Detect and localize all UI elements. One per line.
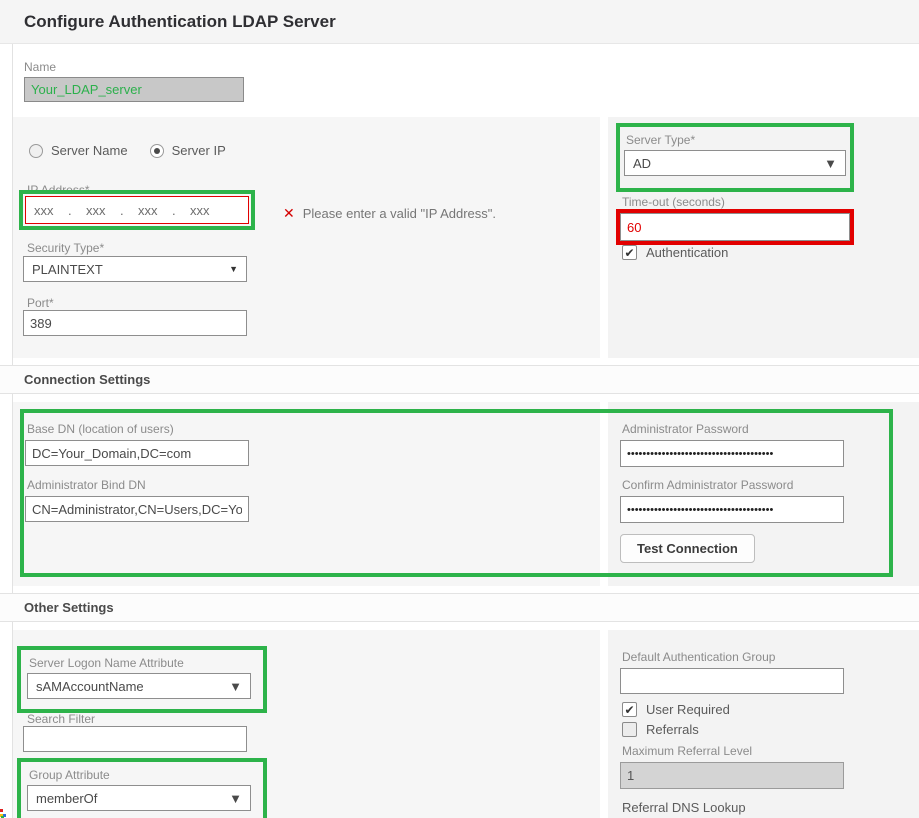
ip-address-annotation-box (19, 190, 255, 230)
admin-password-input[interactable] (620, 440, 844, 467)
port-label: Port* (27, 296, 54, 310)
server-name-radio-label: Server Name (51, 143, 128, 158)
authentication-checkbox[interactable]: ✔ (622, 245, 637, 260)
default-auth-group-label: Default Authentication Group (622, 650, 775, 664)
server-logon-annotation-box: Server Logon Name Attribute sAMAccountNa… (17, 646, 267, 713)
admin-bind-dn-label: Administrator Bind DN (27, 478, 146, 492)
chevron-down-icon: ▼ (229, 264, 238, 274)
server-address-panel: Server Name Server IP IP Address* ✕ Plea… (13, 117, 600, 358)
configure-ldap-dialog: Configure Authentication LDAP Server Nam… (0, 0, 919, 818)
port-input[interactable] (23, 310, 247, 336)
user-required-row: ✔ User Required (622, 702, 730, 717)
other-settings-title: Other Settings (24, 594, 114, 621)
security-type-value: PLAINTEXT (32, 262, 103, 277)
connection-right-panel: Administrator Password Confirm Administr… (608, 402, 919, 586)
server-logon-attribute-select[interactable]: sAMAccountName ▼ (27, 673, 251, 699)
server-ip-radio-label: Server IP (172, 143, 226, 158)
chevron-down-icon: ▼ (229, 791, 242, 806)
server-name-radio[interactable] (29, 144, 43, 158)
admin-bind-dn-input[interactable] (25, 496, 249, 522)
server-type-annotation-box: Server Type* AD ▼ (616, 123, 854, 192)
group-attribute-select[interactable]: memberOf ▼ (27, 785, 251, 811)
chevron-down-icon: ▼ (229, 679, 242, 694)
server-logon-attribute-value: sAMAccountName (36, 679, 144, 694)
default-auth-group-input[interactable] (620, 668, 844, 694)
referrals-label: Referrals (646, 722, 699, 737)
referral-dns-lookup-label: Referral DNS Lookup (622, 800, 746, 815)
base-dn-input[interactable] (25, 440, 249, 466)
page-title: Configure Authentication LDAP Server (24, 0, 919, 44)
search-filter-label: Search Filter (27, 712, 95, 726)
server-type-select[interactable]: AD ▼ (624, 150, 846, 176)
base-dn-label: Base DN (location of users) (27, 422, 174, 436)
connection-left-panel: Base DN (location of users) Administrato… (13, 402, 600, 586)
screen-corner-artifact (0, 809, 8, 818)
other-settings-right-panel: Default Authentication Group ✔ User Requ… (608, 630, 919, 818)
max-referral-level-input (620, 762, 844, 789)
connection-settings-title: Connection Settings (24, 366, 150, 393)
security-type-select[interactable]: PLAINTEXT ▼ (23, 256, 247, 282)
name-label: Name (24, 60, 56, 74)
server-type-value: AD (633, 156, 651, 171)
group-attribute-label: Group Attribute (29, 768, 257, 782)
dialog-header: Configure Authentication LDAP Server (0, 0, 919, 44)
ip-address-input[interactable] (25, 196, 249, 224)
referrals-checkbox[interactable] (622, 722, 637, 737)
server-ip-radio[interactable] (150, 144, 164, 158)
other-settings-left-panel: Server Logon Name Attribute sAMAccountNa… (13, 630, 600, 818)
group-attribute-annotation-box: Group Attribute memberOf ▼ (17, 758, 267, 818)
admin-password-label: Administrator Password (622, 422, 749, 436)
max-referral-level-label: Maximum Referral Level (622, 744, 752, 758)
error-x-icon: ✕ (283, 205, 295, 222)
user-required-label: User Required (646, 702, 730, 717)
timeout-annotation-box (616, 209, 854, 245)
authentication-checkbox-row: ✔ Authentication (622, 245, 728, 260)
ip-error-text: Please enter a valid "IP Address". (303, 206, 496, 221)
group-attribute-value: memberOf (36, 791, 97, 806)
timeout-label: Time-out (seconds) (622, 195, 725, 209)
confirm-admin-password-label: Confirm Administrator Password (622, 478, 793, 492)
name-input (24, 77, 244, 102)
other-settings-header: Other Settings (0, 593, 919, 622)
server-mode-radio-group: Server Name Server IP (29, 143, 240, 158)
connection-settings-header: Connection Settings (0, 365, 919, 394)
server-logon-attribute-label: Server Logon Name Attribute (29, 656, 257, 670)
server-type-label: Server Type* (626, 133, 844, 147)
security-type-label: Security Type* (27, 241, 104, 255)
chevron-down-icon: ▼ (824, 156, 837, 171)
search-filter-input[interactable] (23, 726, 247, 752)
authentication-label: Authentication (646, 245, 728, 260)
server-type-panel: Server Type* AD ▼ Time-out (seconds) ✔ A… (608, 117, 919, 358)
referrals-row: Referrals (622, 722, 699, 737)
ip-error-message: ✕ Please enter a valid "IP Address". (283, 205, 496, 222)
user-required-checkbox[interactable]: ✔ (622, 702, 637, 717)
timeout-input[interactable] (620, 213, 850, 241)
confirm-admin-password-input[interactable] (620, 496, 844, 523)
test-connection-button[interactable]: Test Connection (620, 534, 755, 563)
